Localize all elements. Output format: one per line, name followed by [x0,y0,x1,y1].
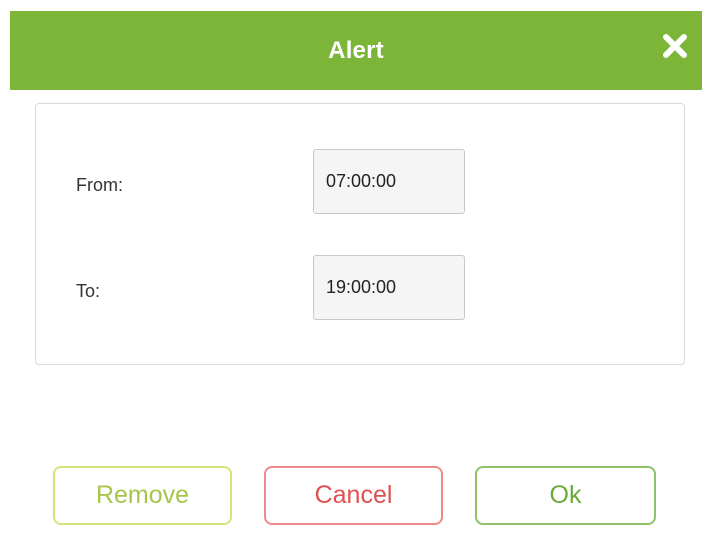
dialog-title: Alert [328,37,384,64]
remove-button[interactable]: Remove [53,466,232,525]
from-label: From: [76,175,123,195]
close-icon[interactable] [660,31,690,61]
cancel-button[interactable]: Cancel [264,466,443,525]
to-time-input[interactable] [313,255,465,320]
ok-button[interactable]: Ok [475,466,656,525]
alert-dialog: Alert From: To: Remove Cancel Ok [10,11,702,548]
time-range-panel: From: To: [35,103,685,365]
dialog-titlebar: Alert [10,11,702,90]
from-time-input[interactable] [313,149,465,214]
to-label: To: [76,281,101,301]
